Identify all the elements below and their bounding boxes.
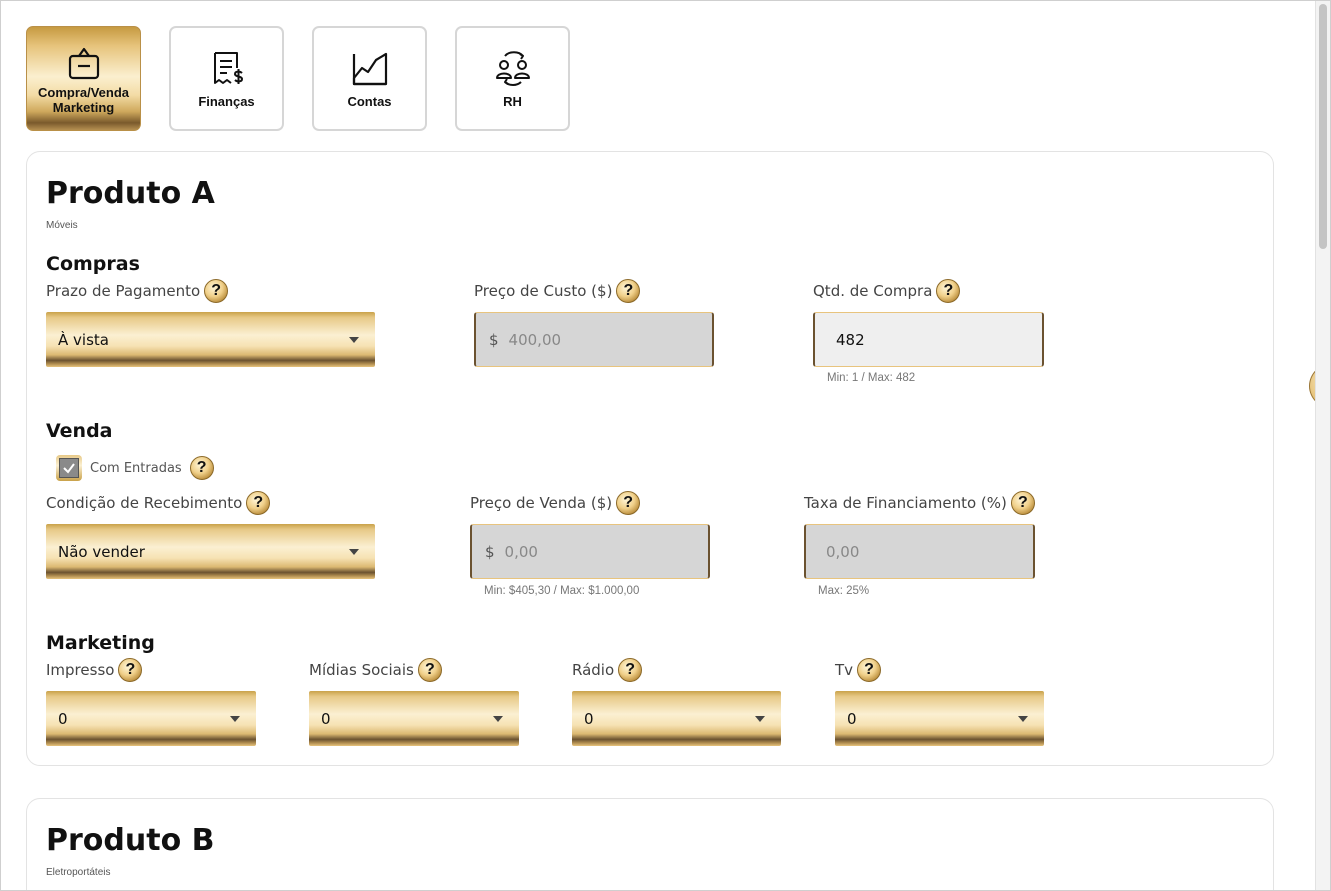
chevron-down-icon: [230, 715, 240, 722]
chevron-down-icon: [493, 715, 503, 722]
line-chart-icon: [352, 52, 387, 86]
preco-venda-label: Preço de Venda ($) ?: [470, 491, 641, 515]
checkmark-icon: [59, 458, 79, 478]
help-icon[interactable]: ?: [189, 456, 214, 480]
select-value: Não vender: [58, 542, 145, 561]
label-text: Impresso: [46, 661, 115, 679]
preco-venda-hint: Min: $405,30 / Max: $1.000,00: [484, 585, 640, 597]
select-value: 0: [58, 709, 68, 728]
taxa-financiamento-hint: Max: 25%: [818, 585, 870, 597]
taxa-financiamento-label: Taxa de Financiamento (%) ?: [804, 491, 1035, 515]
nav-label: Finanças: [198, 94, 255, 109]
currency-prefix: $: [485, 542, 495, 561]
product-category: Eletroportáteis: [46, 867, 111, 878]
people-exchange-icon: [495, 51, 530, 86]
qtd-compra-hint: Min: 1 / Max: 482: [827, 372, 916, 384]
select-value: 0: [584, 709, 594, 728]
taxa-financiamento-input[interactable]: 0,00: [804, 524, 1035, 579]
impresso-select[interactable]: 0: [46, 691, 256, 746]
nav-rh[interactable]: RH: [455, 26, 570, 131]
input-value: 0,00: [826, 542, 860, 561]
scrollbar-thumb[interactable]: [1319, 4, 1327, 249]
midias-sociais-label: Mídias Sociais ?: [309, 658, 442, 682]
select-value: 0: [321, 709, 331, 728]
input-value: 400,00: [508, 330, 562, 349]
module-nav: Compra/Venda Marketing Finanças Contas R…: [26, 26, 570, 131]
basket-icon: [68, 47, 99, 79]
condicao-recebimento-select[interactable]: Não vender: [46, 524, 375, 579]
section-venda-title: Venda: [46, 420, 113, 442]
chevron-down-icon: [349, 336, 359, 343]
tv-label: Tv ?: [835, 658, 882, 682]
radio-select[interactable]: 0: [572, 691, 781, 746]
product-title: Produto B: [46, 823, 215, 858]
label-text: Mídias Sociais: [309, 661, 414, 679]
input-value: 0,00: [504, 542, 538, 561]
com-entradas-label: Com Entradas: [90, 460, 182, 476]
nav-compra-venda-marketing[interactable]: Compra/Venda Marketing: [26, 26, 141, 131]
label-text: Condição de Recebimento: [46, 494, 243, 512]
help-icon[interactable]: ?: [936, 279, 961, 303]
label-text: Preço de Venda ($): [470, 494, 613, 512]
nav-financas[interactable]: Finanças: [169, 26, 284, 131]
section-compras-title: Compras: [46, 253, 140, 275]
chevron-down-icon: [1018, 715, 1028, 722]
nav-contas[interactable]: Contas: [312, 26, 427, 131]
product-card-b: Produto B Eletroportáteis: [26, 798, 1274, 890]
preco-custo-label: Preço de Custo ($) ?: [474, 279, 641, 303]
help-icon[interactable]: ?: [1010, 491, 1035, 515]
label-text: Preço de Custo ($): [474, 282, 613, 300]
vertical-scrollbar[interactable]: [1315, 1, 1330, 890]
tv-select[interactable]: 0: [835, 691, 1044, 746]
impresso-label: Impresso ?: [46, 658, 143, 682]
label-text: Rádio: [572, 661, 615, 679]
help-icon[interactable]: ?: [616, 279, 641, 303]
label-text: Qtd. de Compra: [813, 282, 933, 300]
chevron-down-icon: [349, 548, 359, 555]
prazo-pagamento-label: Prazo de Pagamento ?: [46, 279, 229, 303]
section-marketing-title: Marketing: [46, 632, 155, 654]
com-entradas-row: Com Entradas ?: [56, 455, 214, 481]
currency-prefix: $: [489, 330, 499, 349]
input-value: 482: [836, 330, 865, 349]
help-icon[interactable]: ?: [204, 279, 229, 303]
help-icon[interactable]: ?: [857, 658, 882, 682]
prazo-pagamento-select[interactable]: À vista: [46, 312, 375, 367]
label-text: Prazo de Pagamento: [46, 282, 201, 300]
qtd-compra-label: Qtd. de Compra ?: [813, 279, 961, 303]
help-icon[interactable]: ?: [417, 658, 442, 682]
preco-custo-input[interactable]: $ 400,00: [474, 312, 714, 367]
help-icon[interactable]: ?: [616, 491, 641, 515]
help-icon[interactable]: ?: [246, 491, 271, 515]
radio-label: Rádio ?: [572, 658, 643, 682]
label-text: Taxa de Financiamento (%): [804, 494, 1007, 512]
preco-venda-input[interactable]: $ 0,00: [470, 524, 710, 579]
condicao-recebimento-label: Condição de Recebimento ?: [46, 491, 271, 515]
qtd-compra-input[interactable]: 482: [813, 312, 1044, 367]
product-category: Móveis: [46, 220, 78, 231]
product-title: Produto A: [46, 176, 215, 211]
select-value: À vista: [58, 330, 109, 349]
receipt-dollar-icon: [213, 52, 243, 84]
chevron-down-icon: [755, 715, 765, 722]
select-value: 0: [847, 709, 857, 728]
nav-label: Compra/Venda Marketing: [37, 84, 130, 115]
com-entradas-checkbox[interactable]: [56, 455, 82, 481]
nav-label: Contas: [347, 94, 392, 109]
product-card-a: Produto A Móveis Compras Prazo de Pagame…: [26, 151, 1274, 766]
label-text: Tv: [835, 661, 854, 679]
help-icon[interactable]: ?: [118, 658, 143, 682]
app-frame: Compra/Venda Marketing Finanças Contas R…: [0, 0, 1331, 891]
midias-sociais-select[interactable]: 0: [309, 691, 519, 746]
nav-label: RH: [503, 94, 522, 109]
help-icon[interactable]: ?: [618, 658, 643, 682]
